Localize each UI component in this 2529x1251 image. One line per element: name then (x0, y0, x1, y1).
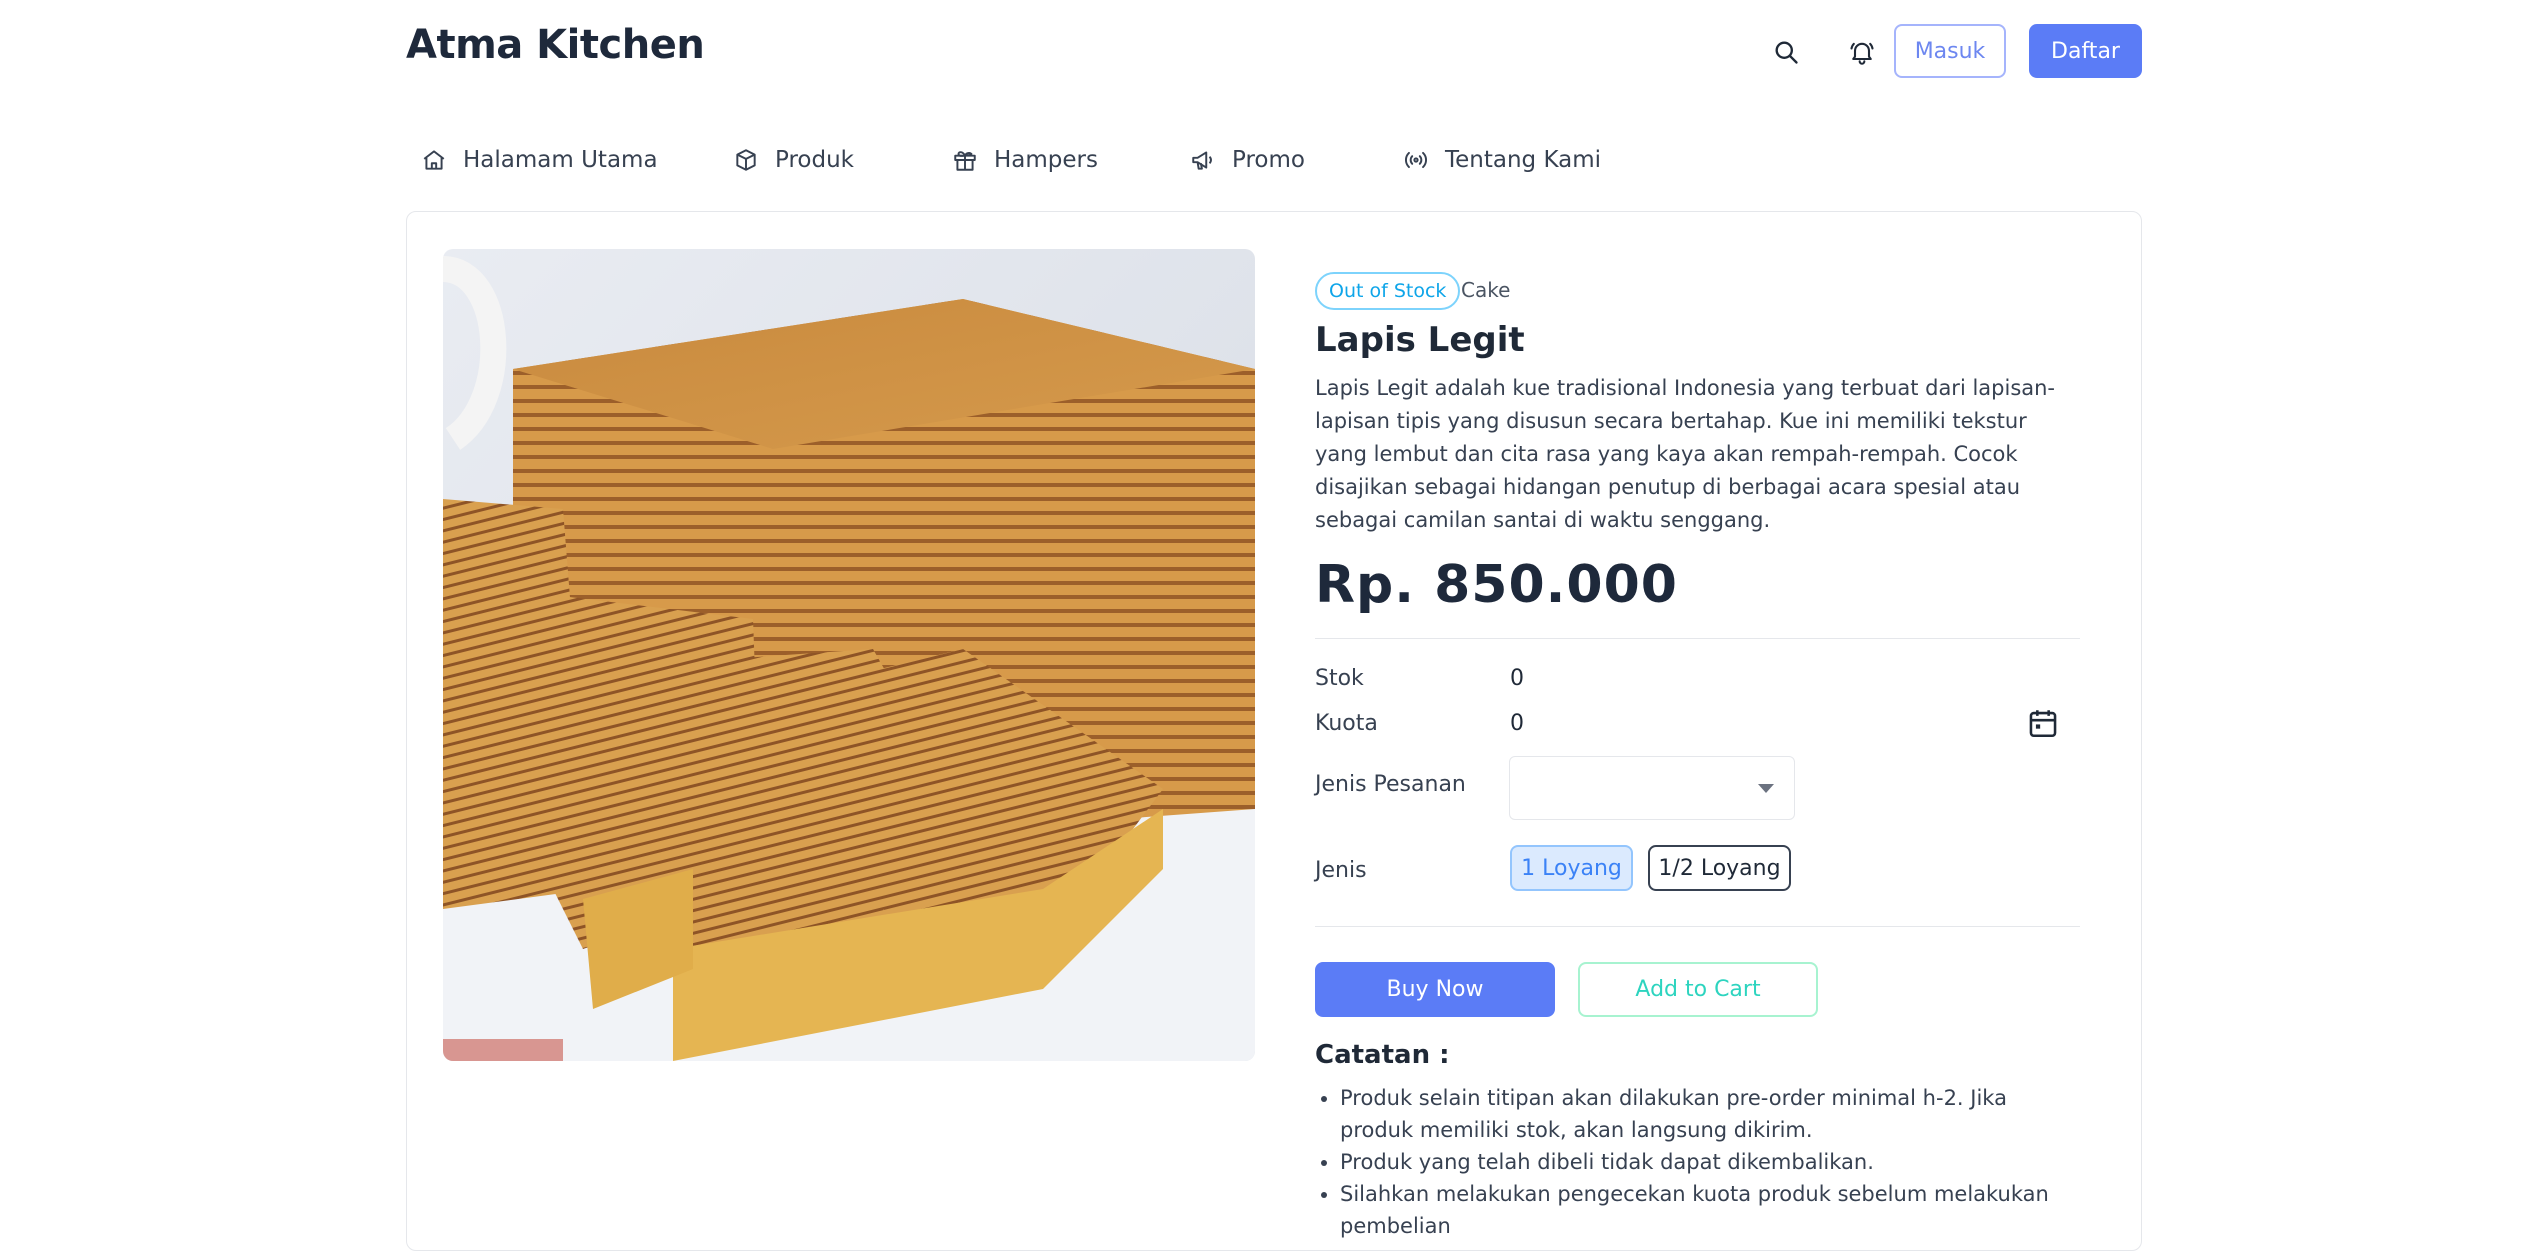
box-icon (736, 149, 756, 171)
list-item: Silahkan melakukan pengecekan kuota prod… (1340, 1178, 2070, 1242)
notes-list: Produk selain titipan akan dilakukan pre… (1340, 1082, 2070, 1242)
brand-logo[interactable]: Atma Kitchen (406, 22, 705, 68)
product-price: Rp. 850.000 (1315, 555, 1678, 615)
quota-label: Kuota (1315, 711, 1378, 736)
order-type-label: Jenis Pesanan (1315, 772, 1466, 797)
divider (1315, 926, 2080, 927)
nav-item-hampers[interactable]: Hampers (952, 135, 1098, 185)
product-title: Lapis Legit (1315, 320, 1525, 360)
broadcast-icon (1405, 151, 1427, 169)
stock-label: Stok (1315, 666, 1364, 691)
list-item: Produk selain titipan akan dilakukan pre… (1340, 1082, 2070, 1146)
nav-label: Halamam Utama (463, 147, 658, 173)
product-description: Lapis Legit adalah kue tradisional Indon… (1315, 376, 2056, 532)
divider (1315, 638, 2080, 639)
home-icon (423, 150, 445, 170)
order-type-select[interactable] (1509, 756, 1795, 820)
nav-label: Produk (775, 147, 854, 173)
calendar-icon[interactable] (2026, 706, 2060, 740)
add-to-cart-button[interactable]: Add to Cart (1578, 962, 1818, 1017)
register-button[interactable]: Daftar (2029, 24, 2142, 78)
product-image (443, 249, 1255, 1061)
bell-icon[interactable] (1840, 30, 1884, 74)
stock-value: 0 (1510, 666, 1524, 691)
nav-item-produk[interactable]: Produk (733, 135, 854, 185)
megaphone-icon (1192, 151, 1212, 170)
login-button[interactable]: Masuk (1894, 24, 2006, 78)
nav-label: Promo (1232, 147, 1305, 173)
list-item: Produk yang telah dibeli tidak dapat dik… (1340, 1146, 2070, 1178)
lapis-legit-photo (443, 249, 1255, 1061)
variant-label: Jenis (1315, 858, 1367, 883)
nav-item-home[interactable]: Halamam Utama (421, 135, 658, 185)
variant-option-half-loyang[interactable]: 1/2 Loyang (1648, 845, 1791, 891)
buy-now-button[interactable]: Buy Now (1315, 962, 1555, 1017)
nav-item-promo[interactable]: Promo (1190, 135, 1305, 185)
variant-option-1-loyang[interactable]: 1 Loyang (1510, 845, 1633, 891)
quota-value: 0 (1510, 711, 1524, 736)
search-icon[interactable] (1764, 30, 1808, 74)
nav-item-tentang[interactable]: Tentang Kami (1403, 135, 1601, 185)
gift-icon (954, 151, 976, 171)
notes-title: Catatan : (1315, 1040, 1450, 1070)
site-header: Atma Kitchen Masuk Daftar (0, 0, 2529, 110)
product-category: Cake (1461, 278, 1511, 302)
chevron-down-icon (1758, 784, 1774, 793)
stock-status-badge: Out of Stock (1315, 272, 1461, 310)
nav-label: Tentang Kami (1445, 147, 1602, 173)
nav-label: Hampers (994, 147, 1098, 173)
